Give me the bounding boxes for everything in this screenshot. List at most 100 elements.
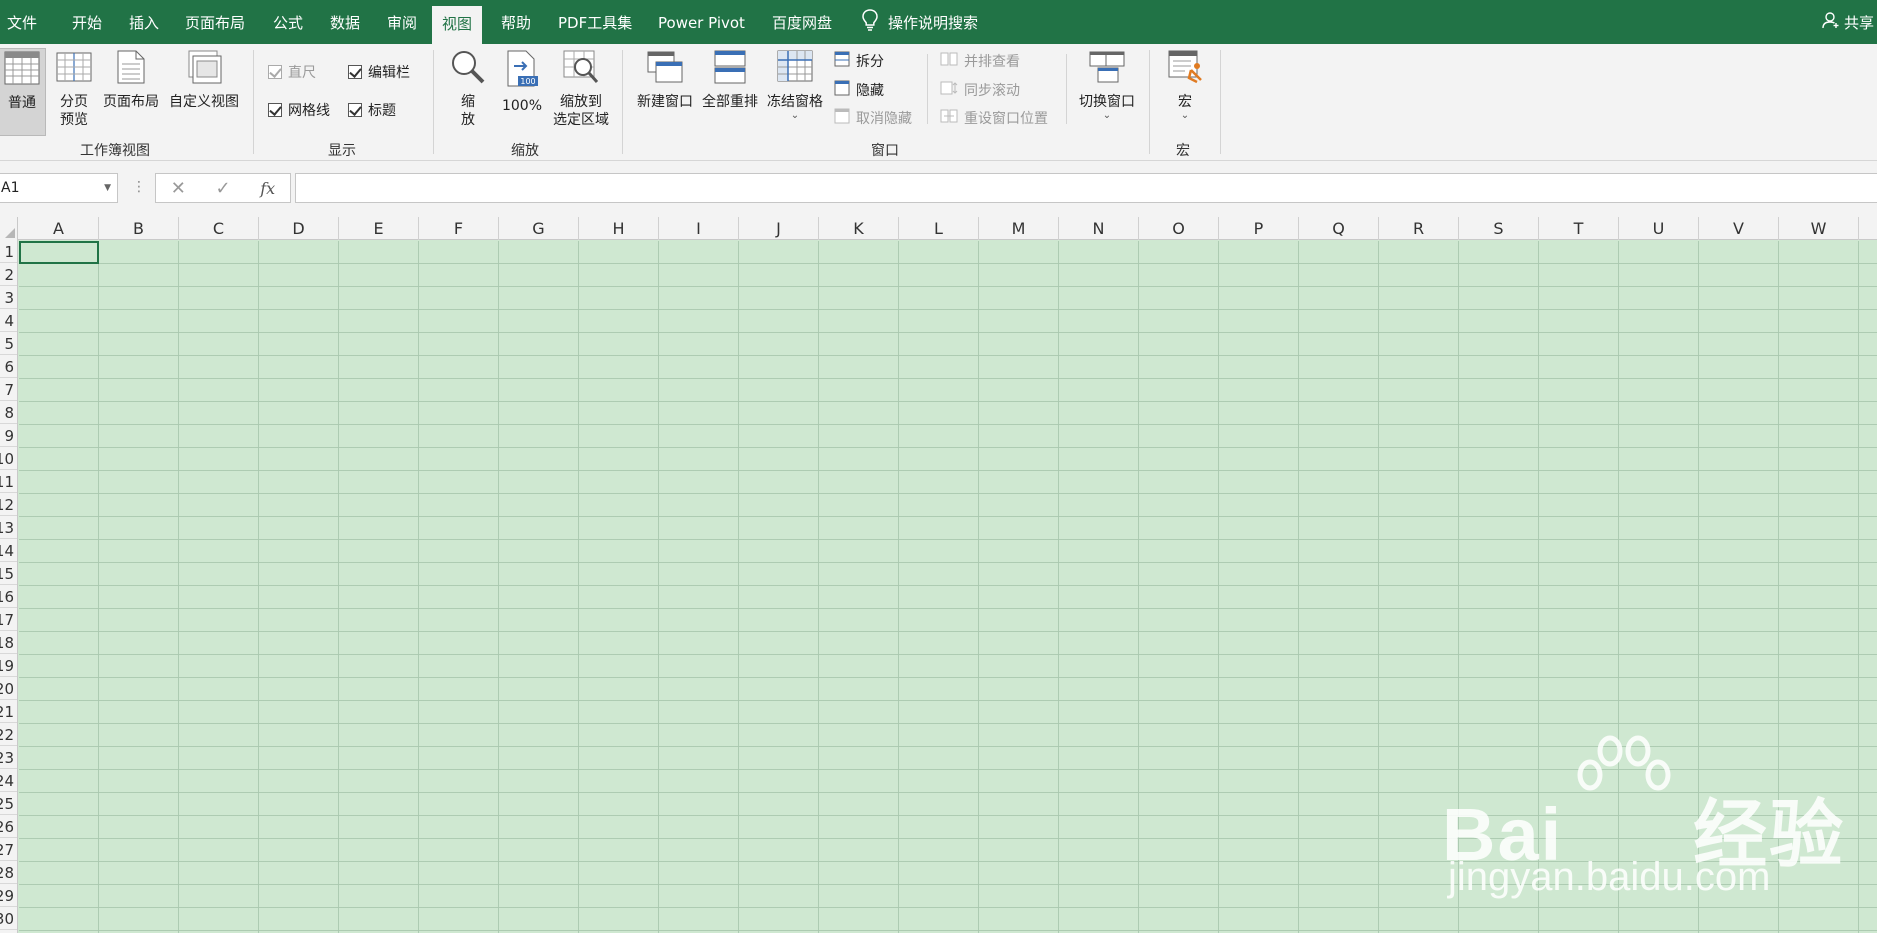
- tab-help[interactable]: 帮助: [501, 0, 531, 44]
- row-header-9[interactable]: 9: [0, 424, 17, 447]
- column-header-v[interactable]: V: [1699, 217, 1779, 240]
- row-header-25[interactable]: 25: [0, 792, 17, 815]
- column-header-a[interactable]: A: [19, 217, 99, 240]
- cancel-icon[interactable]: ✕: [171, 178, 186, 199]
- row-header-27[interactable]: 27: [0, 838, 17, 861]
- cell-area[interactable]: [19, 241, 1877, 933]
- formula-bar-checkbox[interactable]: 编辑栏: [348, 62, 410, 82]
- reset-window-position-button[interactable]: 重设窗口位置: [940, 108, 1048, 128]
- row-number: 12: [0, 496, 14, 514]
- synchronous-scrolling-button[interactable]: 同步滚动: [940, 80, 1020, 100]
- new-window-button[interactable]: 新建窗口: [632, 48, 698, 111]
- tab-insert[interactable]: 插入: [129, 0, 159, 44]
- tab-pdf-tools[interactable]: PDF工具集: [558, 0, 632, 44]
- row-header-22[interactable]: 22: [0, 723, 17, 746]
- unhide-button[interactable]: 取消隐藏: [834, 108, 912, 128]
- column-header-l[interactable]: L: [899, 217, 979, 240]
- row-header-17[interactable]: 17: [0, 608, 17, 631]
- column-header-i[interactable]: I: [659, 217, 739, 240]
- page-break-preview-button[interactable]: 分页 预览: [52, 48, 96, 129]
- custom-views-button[interactable]: 自定义视图: [166, 48, 242, 111]
- tell-me-search[interactable]: 操作说明搜索: [862, 0, 978, 44]
- chevron-down-icon[interactable]: ▼: [104, 174, 111, 202]
- row-header-8[interactable]: 8: [0, 401, 17, 424]
- row-header-12[interactable]: 12: [0, 493, 17, 516]
- row-header-21[interactable]: 21: [0, 700, 17, 723]
- switch-windows-button[interactable]: 切换窗口 ⌄: [1074, 48, 1140, 121]
- tab-view[interactable]: 视图: [432, 6, 483, 44]
- normal-view-button[interactable]: 普通: [0, 48, 46, 136]
- row-header-15[interactable]: 15: [0, 562, 17, 585]
- row-header-18[interactable]: 18: [0, 631, 17, 654]
- share-button[interactable]: 共享: [1822, 0, 1874, 44]
- arrange-all-button[interactable]: 全部重排: [698, 48, 762, 111]
- column-header-t[interactable]: T: [1539, 217, 1619, 240]
- column-header-k[interactable]: K: [819, 217, 899, 240]
- custom-views-icon: [166, 50, 242, 89]
- formula-input[interactable]: [295, 173, 1877, 203]
- column-header-b[interactable]: B: [99, 217, 179, 240]
- freeze-panes-button[interactable]: 冻结窗格 ⌄: [762, 48, 828, 121]
- column-header-n[interactable]: N: [1059, 217, 1139, 240]
- tab-review[interactable]: 审阅: [387, 0, 417, 44]
- column-header-h[interactable]: H: [579, 217, 659, 240]
- row-header-10[interactable]: 10: [0, 447, 17, 470]
- column-header-u[interactable]: U: [1619, 217, 1699, 240]
- row-header-16[interactable]: 16: [0, 585, 17, 608]
- tab-data[interactable]: 数据: [330, 0, 360, 44]
- row-header-13[interactable]: 13: [0, 516, 17, 539]
- column-header-d[interactable]: D: [259, 217, 339, 240]
- select-all-corner[interactable]: [0, 217, 18, 240]
- insert-function-icon[interactable]: fx: [260, 179, 275, 198]
- row-header-14[interactable]: 14: [0, 539, 17, 562]
- row-header-30[interactable]: 30: [0, 907, 17, 930]
- column-header-m[interactable]: M: [979, 217, 1059, 240]
- zoom-button[interactable]: 缩 放: [446, 48, 490, 129]
- column-header-o[interactable]: O: [1139, 217, 1219, 240]
- split-button[interactable]: 拆分: [834, 51, 884, 71]
- ruler-checkbox[interactable]: 直尺: [268, 62, 316, 82]
- column-header-e[interactable]: E: [339, 217, 419, 240]
- row-header-23[interactable]: 23: [0, 746, 17, 769]
- column-header-j[interactable]: J: [739, 217, 819, 240]
- tab-file[interactable]: 文件: [7, 0, 37, 44]
- tab-baidu-netdisk[interactable]: 百度网盘: [772, 0, 832, 44]
- name-box[interactable]: A1 ▼: [0, 173, 118, 203]
- row-header-4[interactable]: 4: [0, 309, 17, 332]
- page-layout-view-button[interactable]: 页面布局: [100, 48, 162, 111]
- row-header-20[interactable]: 20: [0, 677, 17, 700]
- row-header-6[interactable]: 6: [0, 355, 17, 378]
- row-header-19[interactable]: 19: [0, 654, 17, 677]
- column-header-c[interactable]: C: [179, 217, 259, 240]
- enter-check-icon[interactable]: ✓: [216, 178, 231, 199]
- row-header-24[interactable]: 24: [0, 769, 17, 792]
- macros-button[interactable]: 宏 ⌄: [1160, 48, 1210, 121]
- column-header-g[interactable]: G: [499, 217, 579, 240]
- formula-bar-resize-handle[interactable]: ⋮: [132, 179, 146, 195]
- row-header-1[interactable]: 1: [0, 240, 17, 263]
- column-header-w[interactable]: W: [1779, 217, 1859, 240]
- column-header-s[interactable]: S: [1459, 217, 1539, 240]
- column-header-r[interactable]: R: [1379, 217, 1459, 240]
- column-header-p[interactable]: P: [1219, 217, 1299, 240]
- column-header-f[interactable]: F: [419, 217, 499, 240]
- gridlines-checkbox[interactable]: 网格线: [268, 100, 330, 120]
- column-header-q[interactable]: Q: [1299, 217, 1379, 240]
- row-header-3[interactable]: 3: [0, 286, 17, 309]
- tab-formulas[interactable]: 公式: [273, 0, 303, 44]
- row-header-28[interactable]: 28: [0, 861, 17, 884]
- view-side-by-side-button[interactable]: 并排查看: [940, 51, 1020, 71]
- row-header-11[interactable]: 11: [0, 470, 17, 493]
- tab-page-layout[interactable]: 页面布局: [185, 0, 245, 44]
- row-header-7[interactable]: 7: [0, 378, 17, 401]
- row-header-5[interactable]: 5: [0, 332, 17, 355]
- row-header-29[interactable]: 29: [0, 884, 17, 907]
- zoom-100-button[interactable]: 100 100%: [498, 48, 546, 115]
- row-header-2[interactable]: 2: [0, 263, 17, 286]
- tab-home[interactable]: 开始: [72, 0, 102, 44]
- hide-button[interactable]: 隐藏: [834, 80, 884, 100]
- row-header-26[interactable]: 26: [0, 815, 17, 838]
- headings-checkbox[interactable]: 标题: [348, 100, 396, 120]
- tab-power-pivot[interactable]: Power Pivot: [658, 0, 745, 44]
- zoom-to-selection-button[interactable]: 缩放到 选定区域: [548, 48, 614, 129]
